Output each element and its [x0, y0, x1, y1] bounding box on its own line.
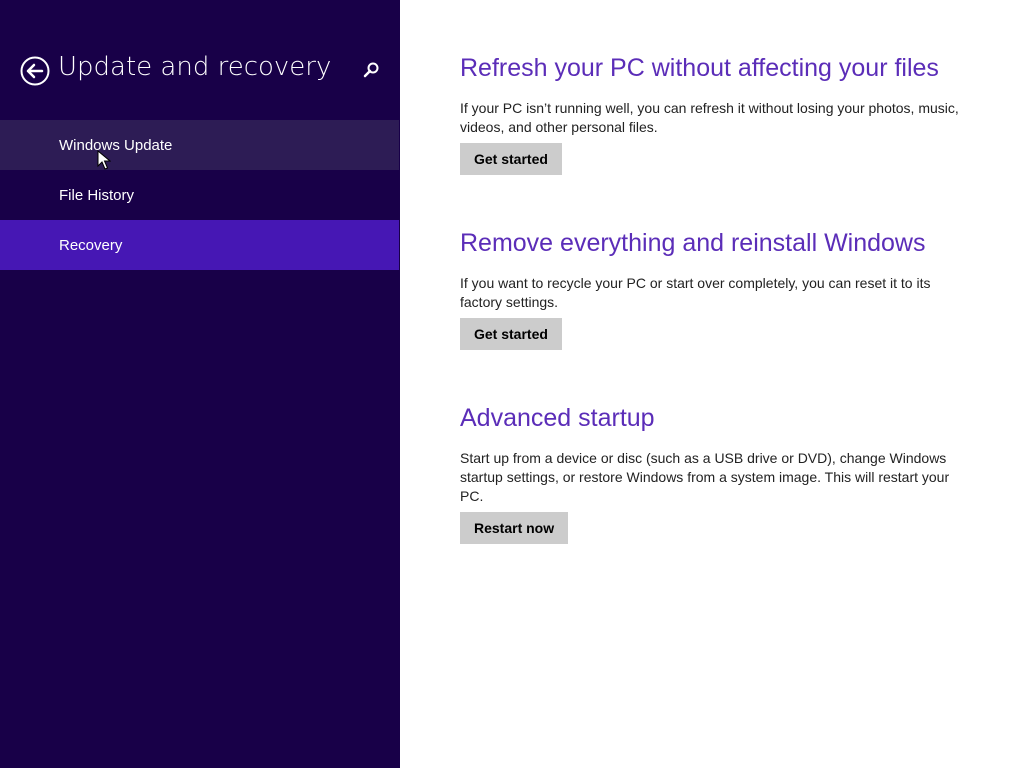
reset-section: Remove everything and reinstall Windows … [460, 229, 980, 350]
nav-item-file-history[interactable]: File History [0, 170, 399, 220]
nav-item-recovery[interactable]: Recovery [0, 220, 399, 270]
back-arrow-icon [20, 56, 50, 86]
pc-settings-window: Update and recovery Windows Update File … [0, 0, 1024, 768]
nav-item-label: Windows Update [59, 137, 173, 154]
refresh-section: Refresh your PC without affecting your f… [460, 54, 980, 175]
restart-now-button[interactable]: Restart now [460, 512, 569, 544]
reset-description: If you want to recycle your PC or start … [460, 275, 931, 310]
nav-list: Windows Update File History Recovery [0, 120, 399, 270]
refresh-get-started-button[interactable]: Get started [460, 143, 562, 175]
navigation-pane: Update and recovery Windows Update File … [0, 0, 400, 768]
page-title: Update and recovery [58, 52, 332, 82]
nav-item-label: File History [59, 187, 135, 204]
refresh-description: If your PC isn’t running well, you can r… [460, 100, 959, 135]
advanced-startup-description: Start up from a device or disc (such as … [460, 450, 950, 504]
search-button[interactable] [361, 60, 381, 80]
advanced-startup-heading: Advanced startup [460, 404, 655, 432]
back-button[interactable] [20, 56, 50, 86]
advanced-startup-section: Advanced startup Start up from a device … [460, 404, 980, 544]
reset-heading: Remove everything and reinstall Windows [460, 229, 926, 257]
refresh-heading: Refresh your PC without affecting your f… [460, 54, 939, 82]
reset-get-started-button[interactable]: Get started [460, 318, 562, 350]
nav-item-label: Recovery [59, 237, 123, 254]
search-icon [363, 62, 379, 78]
nav-item-windows-update[interactable]: Windows Update [0, 120, 399, 170]
